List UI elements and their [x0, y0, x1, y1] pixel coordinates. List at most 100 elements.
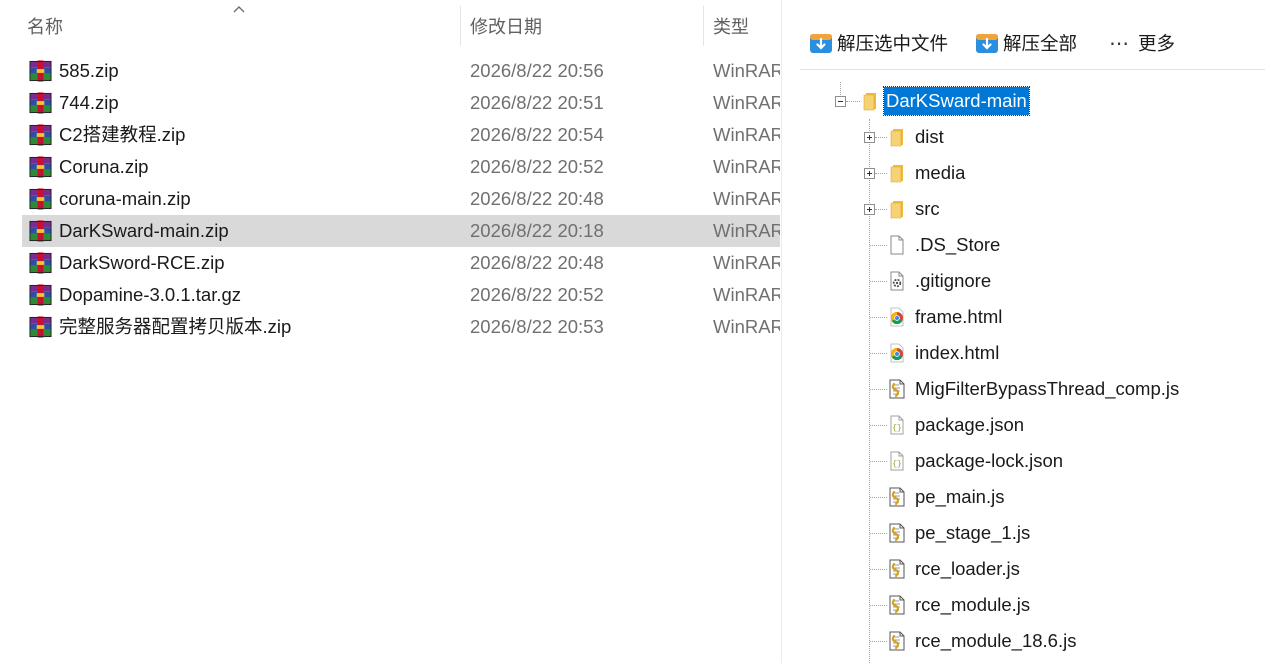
extract-selected-button[interactable]: 解压选中文件 [809, 26, 948, 60]
file-row[interactable]: DarKSward-main.zip 2026/8/22 20:18 WinRAR [22, 215, 780, 247]
tree-guide-line [846, 101, 860, 102]
winrar-icon [29, 124, 52, 146]
svg-text:{}: {} [892, 424, 902, 433]
tree-node-label: rce_module.js [915, 594, 1031, 615]
blank-file-icon [887, 235, 907, 255]
sort-ascending-icon [233, 6, 245, 13]
file-modified-date: 2026/8/22 20:51 [470, 92, 604, 113]
file-modified-date: 2026/8/22 20:53 [470, 316, 604, 337]
folder-icon [887, 199, 907, 219]
tree-guide-line [870, 425, 887, 426]
tree-guide-line [870, 533, 887, 534]
file-name: DarkSword-RCE.zip [59, 252, 225, 273]
tree-guide-line [875, 209, 887, 210]
file-type: WinRAR [713, 188, 780, 209]
file-modified-date: 2026/8/22 20:56 [470, 60, 604, 81]
script-file-icon [887, 559, 907, 579]
tree-node-label: dist [915, 126, 944, 147]
file-name: 744.zip [59, 92, 119, 113]
extract-selected-label: 解压选中文件 [837, 33, 949, 54]
tree-node-label: frame.html [915, 306, 1003, 327]
file-type: WinRAR [713, 124, 780, 145]
tree-guide-line [840, 82, 841, 95]
collapse-toggle-icon[interactable] [835, 96, 846, 107]
column-separator[interactable] [460, 6, 461, 46]
tree-node-label: .gitignore [915, 270, 992, 291]
archive-preview-pane: 解压选中文件 解压全部 ⋯ 更多 DarKSward-main dist media… [781, 0, 1265, 663]
file-row[interactable]: 744.zip 2026/8/22 20:51 WinRAR [22, 87, 780, 119]
file-name: Dopamine-3.0.1.tar.gz [59, 284, 242, 305]
column-header-name[interactable]: 名称 [27, 0, 63, 56]
tree-guide-line [870, 569, 887, 570]
more-button[interactable]: ⋯ 更多 [1109, 26, 1175, 60]
file-row[interactable]: C2搭建教程.zip 2026/8/22 20:54 WinRAR [22, 119, 780, 151]
file-row[interactable]: coruna-main.zip 2026/8/22 20:48 WinRAR [22, 183, 780, 215]
expand-toggle-icon[interactable] [864, 204, 875, 215]
file-type: WinRAR [713, 252, 780, 273]
tree-guide-line [875, 173, 887, 174]
tree-node-label: rce_loader.js [915, 558, 1020, 579]
file-modified-date: 2026/8/22 20:48 [470, 188, 604, 209]
file-name: 完整服务器配置拷贝版本.zip [59, 316, 292, 337]
tree-node-label: rce_module_18.6.js [915, 630, 1077, 651]
folder-icon [887, 127, 907, 147]
winrar-icon [29, 60, 52, 82]
file-list: 585.zip 2026/8/22 20:56 WinRAR 744.zip 2026/… [22, 55, 780, 343]
file-name: C2搭建教程.zip [59, 124, 186, 145]
tree-node-label: .DS_Store [915, 234, 1001, 255]
tree-node-label: package.json [915, 414, 1025, 435]
tree-node-label: MigFilterBypassThread_comp.js [915, 378, 1180, 399]
script-file-icon [887, 379, 907, 399]
file-list-pane: 名称 修改日期 类型 585.zip 2026/8/22 20:56 WinRAR 7… [0, 0, 780, 663]
script-file-icon [887, 487, 907, 507]
expand-toggle-icon[interactable] [864, 168, 875, 179]
tree-guide-line [870, 605, 887, 606]
tree-guide-line [870, 389, 887, 390]
column-header-modified[interactable]: 修改日期 [470, 0, 542, 56]
file-row[interactable]: DarkSword-RCE.zip 2026/8/22 20:48 WinRAR [22, 247, 780, 279]
folder-icon [860, 91, 880, 111]
tree-node-label: media [915, 162, 966, 183]
file-type: WinRAR [713, 316, 780, 337]
column-header-type[interactable]: 类型 [713, 0, 749, 56]
file-type: WinRAR [713, 284, 780, 305]
winrar-icon [29, 188, 52, 210]
file-modified-date: 2026/8/22 20:52 [470, 156, 604, 177]
folder-icon [887, 163, 907, 183]
script-file-icon [887, 523, 907, 543]
expand-toggle-icon[interactable] [864, 132, 875, 143]
file-modified-date: 2026/8/22 20:54 [470, 124, 604, 145]
file-modified-date: 2026/8/22 20:18 [470, 220, 604, 241]
gear-file-icon [887, 271, 907, 291]
file-type: WinRAR [713, 92, 780, 113]
svg-text:{}: {} [892, 460, 902, 469]
toolbar-divider [800, 69, 1265, 70]
tree-guide-line [875, 137, 887, 138]
file-row[interactable]: 完整服务器配置拷贝版本.zip 2026/8/22 20:53 WinRAR [22, 311, 780, 343]
tree-guide-line [870, 497, 887, 498]
extract-all-button[interactable]: 解压全部 [975, 26, 1077, 60]
tree-guide-line [869, 119, 870, 663]
chrome-html-icon [887, 343, 907, 363]
script-file-icon [887, 631, 907, 651]
tree-node-label: package-lock.json [915, 450, 1064, 471]
json-file-icon: {} [887, 451, 907, 471]
file-type: WinRAR [713, 220, 780, 241]
file-row[interactable]: Dopamine-3.0.1.tar.gz 2026/8/22 20:52 WinR… [22, 279, 780, 311]
tree-node-label: DarKSward-main [883, 86, 1030, 116]
file-name: Coruna.zip [59, 156, 149, 177]
tree-node-label: index.html [915, 342, 1000, 363]
tree-guide-line [870, 245, 887, 246]
chrome-html-icon [887, 307, 907, 327]
file-row[interactable]: 585.zip 2026/8/22 20:56 WinRAR [22, 55, 780, 87]
tree-node-label: src [915, 198, 940, 219]
file-name: 585.zip [59, 60, 119, 81]
file-row[interactable]: Coruna.zip 2026/8/22 20:52 WinRAR [22, 151, 780, 183]
tree-node-label: pe_main.js [915, 486, 1005, 507]
column-separator[interactable] [703, 6, 704, 46]
extract-icon [976, 34, 998, 53]
tree-guide-line [870, 281, 887, 282]
json-file-icon: {} [887, 415, 907, 435]
file-name: coruna-main.zip [59, 188, 191, 209]
file-name: DarKSward-main.zip [59, 220, 229, 241]
